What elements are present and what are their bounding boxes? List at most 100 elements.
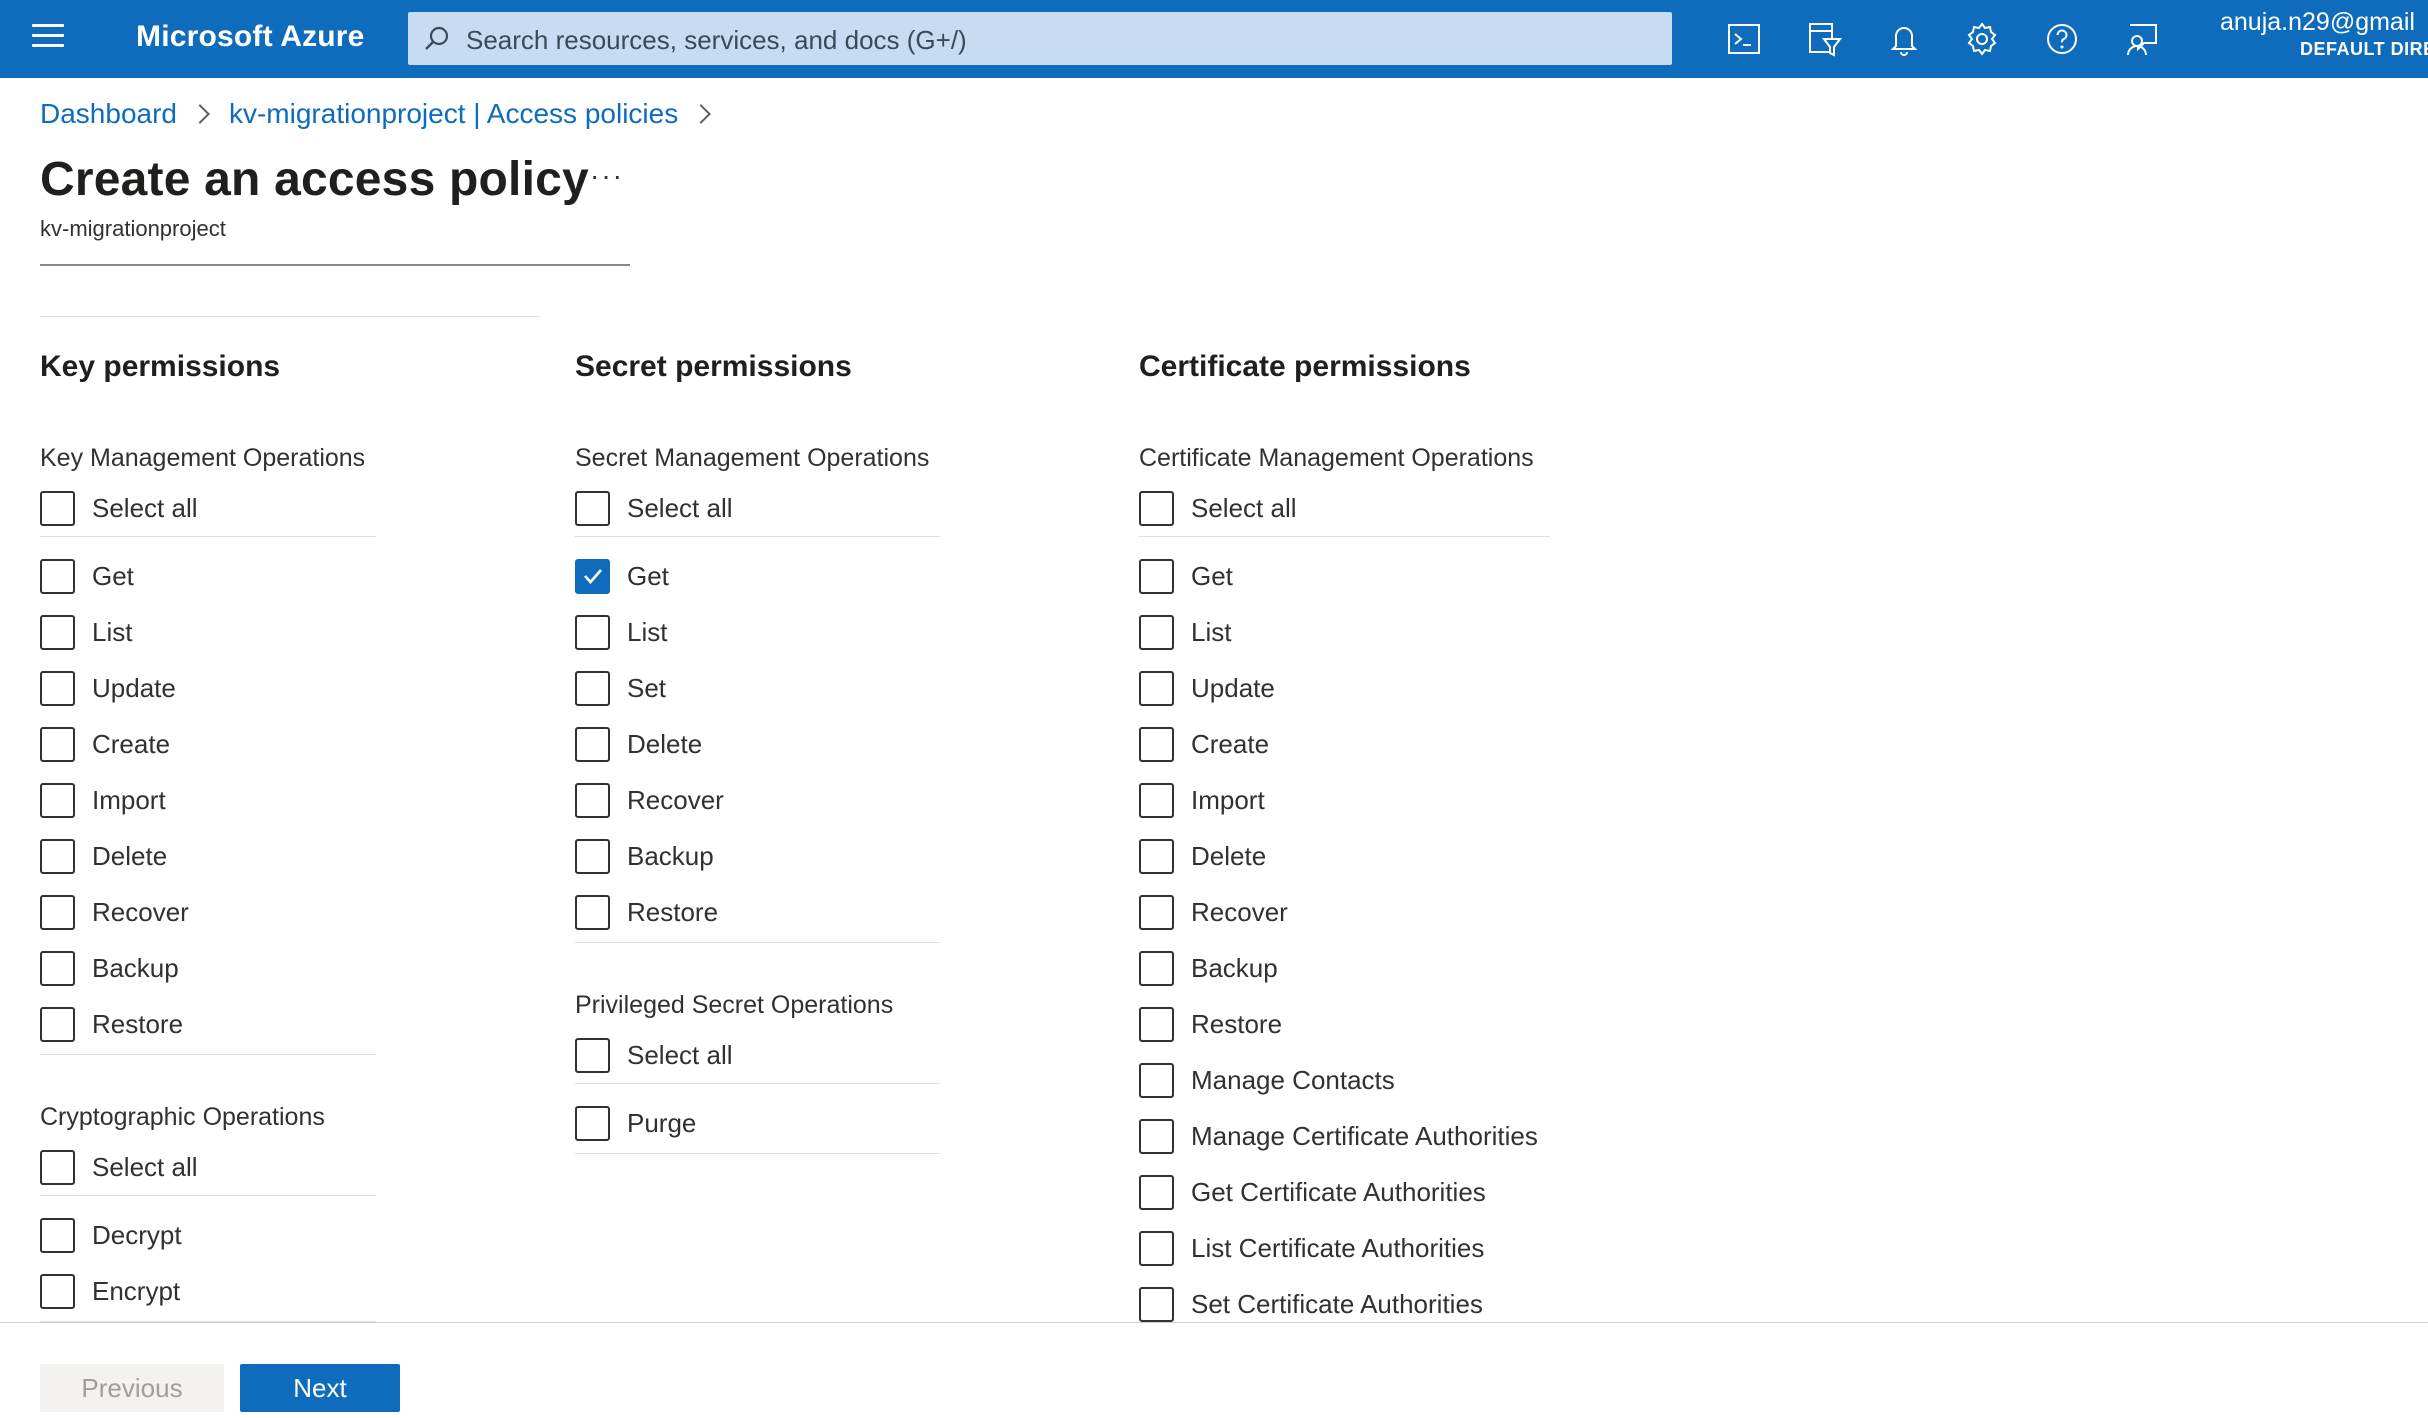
certificate-backup-checkbox[interactable]: Backup	[1139, 948, 1278, 988]
certificate-restore-checkbox[interactable]: Restore	[1139, 1004, 1282, 1044]
secret-select-all-select-all-checkbox[interactable]: Select all	[575, 488, 733, 528]
checkbox-unchecked-icon[interactable]	[1139, 782, 1174, 818]
checkbox-unchecked-icon[interactable]	[40, 1273, 75, 1309]
key-get-checkbox[interactable]: Get	[40, 556, 134, 596]
checkbox-unchecked-icon[interactable]	[575, 894, 610, 930]
checkbox-unchecked-icon[interactable]	[575, 726, 610, 762]
checkbox-unchecked-icon[interactable]	[1139, 1230, 1174, 1266]
secret-list-checkbox[interactable]: List	[575, 612, 667, 652]
checkbox-unchecked-icon[interactable]	[1139, 614, 1174, 650]
account-menu[interactable]: anuja.n29@gmail DEFAULT DIRE	[2220, 8, 2428, 60]
directory-filter-icon[interactable]	[1804, 19, 1844, 59]
key-recover-checkbox[interactable]: Recover	[40, 892, 189, 932]
secret-delete-checkbox[interactable]: Delete	[575, 724, 702, 764]
account-directory: DEFAULT DIRE	[2300, 39, 2428, 59]
global-search-input[interactable]: Search resources, services, and docs (G+…	[408, 12, 1672, 65]
secret-privileged-select-all-select-all-checkbox[interactable]: Select all	[575, 1035, 733, 1075]
checkbox-unchecked-icon[interactable]	[40, 1149, 75, 1185]
certificate-recover-checkbox[interactable]: Recover	[1139, 892, 1288, 932]
azure-brand-link[interactable]: Microsoft Azure	[136, 20, 365, 54]
checkbox-unchecked-icon[interactable]	[1139, 1118, 1174, 1154]
secret-recover-checkbox[interactable]: Recover	[575, 780, 724, 820]
key-crypto-encrypt-checkbox[interactable]: Encrypt	[40, 1271, 180, 1311]
secret-set-checkbox[interactable]: Set	[575, 668, 666, 708]
more-options-button[interactable]: ···	[590, 160, 624, 192]
certificate-manage-certificate-authorities-checkbox[interactable]: Manage Certificate Authorities	[1139, 1116, 1538, 1156]
checkbox-unchecked-icon[interactable]	[1139, 726, 1174, 762]
checkbox-unchecked-icon[interactable]	[1139, 490, 1174, 526]
checkbox-unchecked-icon[interactable]	[1139, 894, 1174, 930]
secret-get-checkbox[interactable]: Get	[575, 556, 669, 596]
checkbox-unchecked-icon[interactable]	[40, 726, 75, 762]
settings-gear-icon[interactable]	[1962, 19, 2002, 59]
certificate-get-checkbox[interactable]: Get	[1139, 556, 1233, 596]
checkbox-unchecked-icon[interactable]	[575, 670, 610, 706]
key-backup-checkbox[interactable]: Backup	[40, 948, 179, 988]
key-delete-checkbox[interactable]: Delete	[40, 836, 167, 876]
checkbox-unchecked-icon[interactable]	[575, 1037, 610, 1073]
breadcrumb-access-policies-link[interactable]: kv-migrationproject | Access policies	[229, 98, 678, 130]
checkbox-label: Import	[92, 784, 166, 815]
hamburger-menu-icon[interactable]	[32, 24, 64, 54]
checkbox-unchecked-icon[interactable]	[1139, 1286, 1174, 1322]
key-list-checkbox[interactable]: List	[40, 612, 132, 652]
checkbox-unchecked-icon[interactable]	[1139, 1174, 1174, 1210]
checkbox-label: Create	[92, 728, 171, 759]
checkbox-unchecked-icon[interactable]	[575, 782, 610, 818]
checkbox-unchecked-icon[interactable]	[40, 838, 75, 874]
secret-privileged-purge-checkbox[interactable]: Purge	[575, 1103, 696, 1143]
checkbox-unchecked-icon[interactable]	[575, 1105, 610, 1141]
checkbox-unchecked-icon[interactable]	[40, 894, 75, 930]
key-update-checkbox[interactable]: Update	[40, 668, 176, 708]
key-select-all-select-all-checkbox[interactable]: Select all	[40, 488, 198, 528]
checkbox-unchecked-icon[interactable]	[1139, 950, 1174, 986]
checkbox-label: Get	[627, 560, 669, 591]
checkbox-unchecked-icon[interactable]	[40, 614, 75, 650]
secret-restore-checkbox[interactable]: Restore	[575, 892, 718, 932]
cloud-shell-icon[interactable]	[1724, 19, 1764, 59]
checkbox-unchecked-icon[interactable]	[1139, 1006, 1174, 1042]
checkbox-checked-icon[interactable]	[575, 558, 610, 594]
checkbox-unchecked-icon[interactable]	[40, 782, 75, 818]
key-restore-checkbox[interactable]: Restore	[40, 1004, 183, 1044]
checkbox-unchecked-icon[interactable]	[575, 614, 610, 650]
checkbox-unchecked-icon[interactable]	[575, 490, 610, 526]
chevron-right-icon	[190, 104, 210, 124]
checkbox-unchecked-icon[interactable]	[40, 1217, 75, 1253]
checkbox-unchecked-icon[interactable]	[40, 670, 75, 706]
certificate-select-all-select-all-checkbox[interactable]: Select all	[1139, 488, 1297, 528]
feedback-icon[interactable]	[2122, 19, 2162, 59]
certificate-manage-contacts-checkbox[interactable]: Manage Contacts	[1139, 1060, 1395, 1100]
breadcrumb: Dashboard kv-migrationproject | Access p…	[40, 98, 730, 130]
checkbox-unchecked-icon[interactable]	[1139, 1062, 1174, 1098]
checkbox-unchecked-icon[interactable]	[1139, 838, 1174, 874]
help-question-icon[interactable]	[2042, 19, 2082, 59]
checkbox-unchecked-icon[interactable]	[40, 1006, 75, 1042]
certificate-create-checkbox[interactable]: Create	[1139, 724, 1269, 764]
key-group-title: Key Management Operations	[40, 444, 366, 472]
breadcrumb-dashboard-link[interactable]: Dashboard	[40, 98, 177, 130]
key-import-checkbox[interactable]: Import	[40, 780, 166, 820]
search-placeholder: Search resources, services, and docs (G+…	[466, 25, 967, 55]
checkbox-unchecked-icon[interactable]	[40, 490, 75, 526]
checkbox-unchecked-icon[interactable]	[40, 950, 75, 986]
page-subtitle: kv-migrationproject	[40, 216, 226, 241]
certificate-delete-checkbox[interactable]: Delete	[1139, 836, 1266, 876]
certificate-list-certificate-authorities-checkbox[interactable]: List Certificate Authorities	[1139, 1228, 1484, 1268]
key-crypto-decrypt-checkbox[interactable]: Decrypt	[40, 1215, 182, 1255]
notifications-bell-icon[interactable]	[1884, 19, 1924, 59]
checkbox-label: Backup	[1191, 952, 1278, 983]
certificate-set-certificate-authorities-checkbox[interactable]: Set Certificate Authorities	[1139, 1284, 1483, 1324]
certificate-list-checkbox[interactable]: List	[1139, 612, 1231, 652]
checkbox-unchecked-icon[interactable]	[40, 558, 75, 594]
secret-backup-checkbox[interactable]: Backup	[575, 836, 714, 876]
checkbox-unchecked-icon[interactable]	[1139, 558, 1174, 594]
certificate-get-certificate-authorities-checkbox[interactable]: Get Certificate Authorities	[1139, 1172, 1486, 1212]
certificate-import-checkbox[interactable]: Import	[1139, 780, 1265, 820]
key-create-checkbox[interactable]: Create	[40, 724, 170, 764]
checkbox-unchecked-icon[interactable]	[1139, 670, 1174, 706]
certificate-update-checkbox[interactable]: Update	[1139, 668, 1275, 708]
checkbox-unchecked-icon[interactable]	[575, 838, 610, 874]
next-button[interactable]: Next	[240, 1364, 400, 1412]
key-crypto-select-all-select-all-checkbox[interactable]: Select all	[40, 1147, 198, 1187]
